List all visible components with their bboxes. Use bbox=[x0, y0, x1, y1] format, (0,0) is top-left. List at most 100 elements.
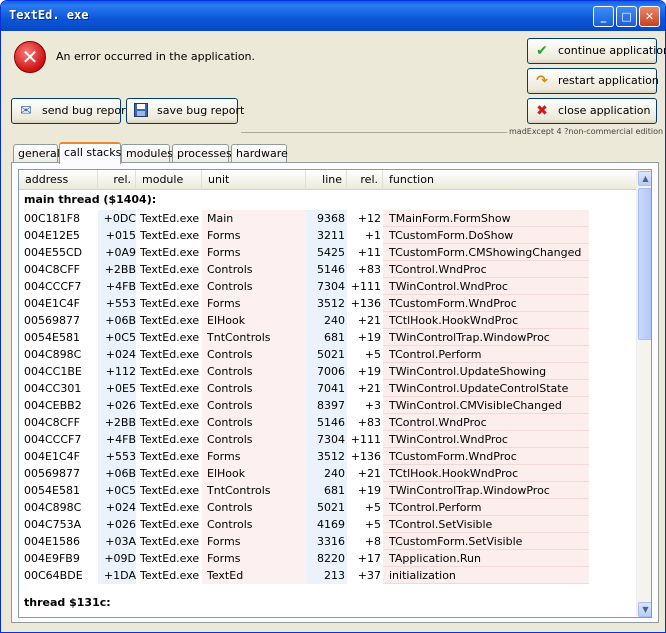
rel-cell: +09D bbox=[98, 550, 136, 567]
table-row[interactable]: 004E9FB9 +09D TextEd.exe Forms 8220 +17 TAppli… bbox=[19, 550, 589, 567]
save-label: save bug report bbox=[157, 104, 245, 117]
function-cell: TControl.Perform bbox=[383, 346, 589, 363]
function-cell: initialization bbox=[383, 567, 589, 584]
minimize-button[interactable]: _ bbox=[593, 6, 614, 27]
save-bug-report-button[interactable]: save bug report bbox=[126, 98, 244, 124]
rel-cell: +1DA bbox=[98, 567, 136, 584]
restart-arrow-icon: ↷ bbox=[536, 73, 548, 89]
address-cell: 00569877 bbox=[24, 314, 80, 327]
line-cell: 3512 bbox=[306, 448, 347, 465]
madexcept-label: madExcept 4 ?non-commercial edition bbox=[507, 127, 665, 136]
continue-application-button[interactable]: ✔ continue application bbox=[527, 38, 665, 64]
tab-call-stacks[interactable]: call stacks bbox=[59, 142, 121, 164]
unit-cell: Controls bbox=[202, 346, 306, 363]
rel-cell: +112 bbox=[98, 363, 136, 380]
table-row[interactable]: 004C8CFF +2BB TextEd.exe Controls 5146 +83 TCo… bbox=[19, 414, 589, 431]
table-row[interactable]: 004CCCF7 +4FB TextEd.exe Controls 7304 +111 TW… bbox=[19, 278, 589, 295]
tab-hardware[interactable]: hardware bbox=[231, 144, 288, 163]
line-cell: 9368 bbox=[306, 210, 347, 227]
table-row[interactable]: 0054E581 +0C5 TextEd.exe TntControls 681 +19 T… bbox=[19, 482, 589, 499]
scroll-thumb[interactable] bbox=[638, 188, 651, 340]
unit-cell: ElHook bbox=[202, 465, 306, 482]
line-cell: 5021 bbox=[306, 346, 347, 363]
vertical-scrollbar[interactable]: ▲ ▼ bbox=[636, 170, 651, 617]
error-message: An error occurred in the application. bbox=[56, 50, 256, 63]
line-cell: 5021 bbox=[306, 499, 347, 516]
rel2-cell: +111 bbox=[350, 280, 381, 293]
tab-general[interactable]: general bbox=[13, 144, 60, 163]
function-cell: TMainForm.FormShow bbox=[383, 210, 589, 227]
table-row[interactable]: 004C898C +024 TextEd.exe Controls 5021 +5 TCon… bbox=[19, 346, 589, 363]
table-row[interactable]: 00C64BDE +1DA TextEd.exe TextEd 213 +37 initia… bbox=[19, 567, 589, 584]
table-row[interactable]: 00569877 +06B TextEd.exe ElHook 240 +21 TCtlHo… bbox=[19, 312, 589, 329]
table-row[interactable]: 004C8CFF +2BB TextEd.exe Controls 5146 +83 TCo… bbox=[19, 261, 589, 278]
unit-cell: TntControls bbox=[202, 482, 306, 499]
line-cell: 5425 bbox=[306, 244, 347, 261]
table-row[interactable]: 004CC1BE +112 TextEd.exe Controls 7006 +19 TWi… bbox=[19, 363, 589, 380]
col-line[interactable]: line bbox=[306, 170, 347, 190]
table-row[interactable]: 00569877 +06B TextEd.exe ElHook 240 +21 TCtlHo… bbox=[19, 465, 589, 482]
close-application-button[interactable]: ✖ close application bbox=[527, 98, 657, 124]
col-rel2[interactable]: rel. bbox=[347, 170, 383, 190]
module-cell: TextEd.exe bbox=[140, 331, 200, 344]
rel2-cell: +5 bbox=[364, 518, 381, 531]
table-row[interactable]: 004CC301 +0E5 TextEd.exe Controls 7041 +21 TWi… bbox=[19, 380, 589, 397]
address-cell: 004C8CFF bbox=[24, 263, 81, 276]
table-row[interactable]: 004E55CD +0A9 TextEd.exe Forms 5425 +11 TCusto… bbox=[19, 244, 589, 261]
col-unit[interactable]: unit bbox=[202, 170, 306, 190]
send-bug-report-button[interactable]: ✉ send bug report bbox=[11, 98, 130, 124]
line-cell: 7304 bbox=[306, 278, 347, 295]
thread-header[interactable]: main thread ($1404): bbox=[24, 193, 156, 206]
table-row[interactable]: 004CCCF7 +4FB TextEd.exe Controls 7304 +111 TW… bbox=[19, 431, 589, 448]
address-cell: 004E12E5 bbox=[24, 229, 80, 242]
function-cell: TWinControl.CMVisibleChanged bbox=[383, 397, 589, 414]
rel2-cell: +21 bbox=[357, 314, 381, 327]
table-row[interactable]: 004E12E5 +015 TextEd.exe Forms 3211 +1 TCustom… bbox=[19, 227, 589, 244]
line-cell: 240 bbox=[306, 465, 347, 482]
call-stack-list[interactable]: address rel. module unit line rel. funct… bbox=[18, 169, 652, 618]
module-cell: TextEd.exe bbox=[140, 484, 200, 497]
address-cell: 004E9FB9 bbox=[24, 552, 80, 565]
module-cell: TextEd.exe bbox=[140, 229, 200, 242]
address-cell: 004E1C4F bbox=[24, 297, 80, 310]
table-row[interactable]: 004C753A +026 TextEd.exe Controls 4169 +5 TCon… bbox=[19, 516, 589, 533]
function-cell: TCustomForm.DoShow bbox=[383, 227, 589, 244]
restart-application-button[interactable]: ↷ restart application bbox=[527, 68, 659, 94]
function-cell: TCtlHook.HookWndProc bbox=[383, 312, 589, 329]
table-row[interactable]: 004E1C4F +553 TextEd.exe Forms 3512 +136 TCust… bbox=[19, 448, 589, 465]
rel2-cell: +21 bbox=[357, 382, 381, 395]
line-cell: 8220 bbox=[306, 550, 347, 567]
thread-header[interactable]: thread $131c: bbox=[24, 596, 111, 609]
table-row[interactable]: 004E1586 +03A TextEd.exe Forms 3316 +8 TCustom… bbox=[19, 533, 589, 550]
table-row[interactable]: 004CEBB2 +026 TextEd.exe Controls 8397 +3 TWin… bbox=[19, 397, 589, 414]
col-address[interactable]: address bbox=[19, 170, 98, 190]
unit-cell: ElHook bbox=[202, 312, 306, 329]
col-function[interactable]: function bbox=[383, 170, 637, 190]
rel2-cell: +11 bbox=[357, 246, 381, 259]
table-row[interactable]: 00C181F8 +0DC TextEd.exe Main 9368 +12 TMainFo… bbox=[19, 210, 589, 227]
col-rel[interactable]: rel. bbox=[98, 170, 136, 190]
rel-cell: +2BB bbox=[98, 414, 136, 431]
close-window-button[interactable]: ✕ bbox=[639, 6, 660, 27]
address-cell: 0054E581 bbox=[24, 484, 80, 497]
address-cell: 004CCCF7 bbox=[24, 433, 82, 446]
col-module[interactable]: module bbox=[136, 170, 202, 190]
table-row[interactable]: 004E1C4F +553 TextEd.exe Forms 3512 +136 TCust… bbox=[19, 295, 589, 312]
unit-cell: Controls bbox=[202, 499, 306, 516]
tab-modules[interactable]: modules bbox=[121, 144, 173, 163]
address-cell: 004CC1BE bbox=[24, 365, 82, 378]
title-bar[interactable]: TextEd. exe _ □ ✕ bbox=[1, 1, 665, 31]
rel2-cell: +83 bbox=[357, 416, 381, 429]
scroll-down-icon[interactable]: ▼ bbox=[638, 602, 651, 617]
checkmark-icon: ✔ bbox=[536, 43, 548, 59]
scroll-up-icon[interactable]: ▲ bbox=[638, 171, 651, 186]
rel-cell: +026 bbox=[98, 397, 136, 414]
table-row[interactable]: 004C898C +024 TextEd.exe Controls 5021 +5 TCon… bbox=[19, 499, 589, 516]
address-cell: 00C64BDE bbox=[24, 569, 83, 582]
maximize-button[interactable]: □ bbox=[616, 6, 637, 27]
unit-cell: TntControls bbox=[202, 329, 306, 346]
tab-processes[interactable]: processes bbox=[172, 144, 232, 163]
rel-cell: +0C5 bbox=[98, 329, 136, 346]
table-row[interactable]: 0054E581 +0C5 TextEd.exe TntControls 681 +19 T… bbox=[19, 329, 589, 346]
function-cell: TControl.SetVisible bbox=[383, 516, 589, 533]
